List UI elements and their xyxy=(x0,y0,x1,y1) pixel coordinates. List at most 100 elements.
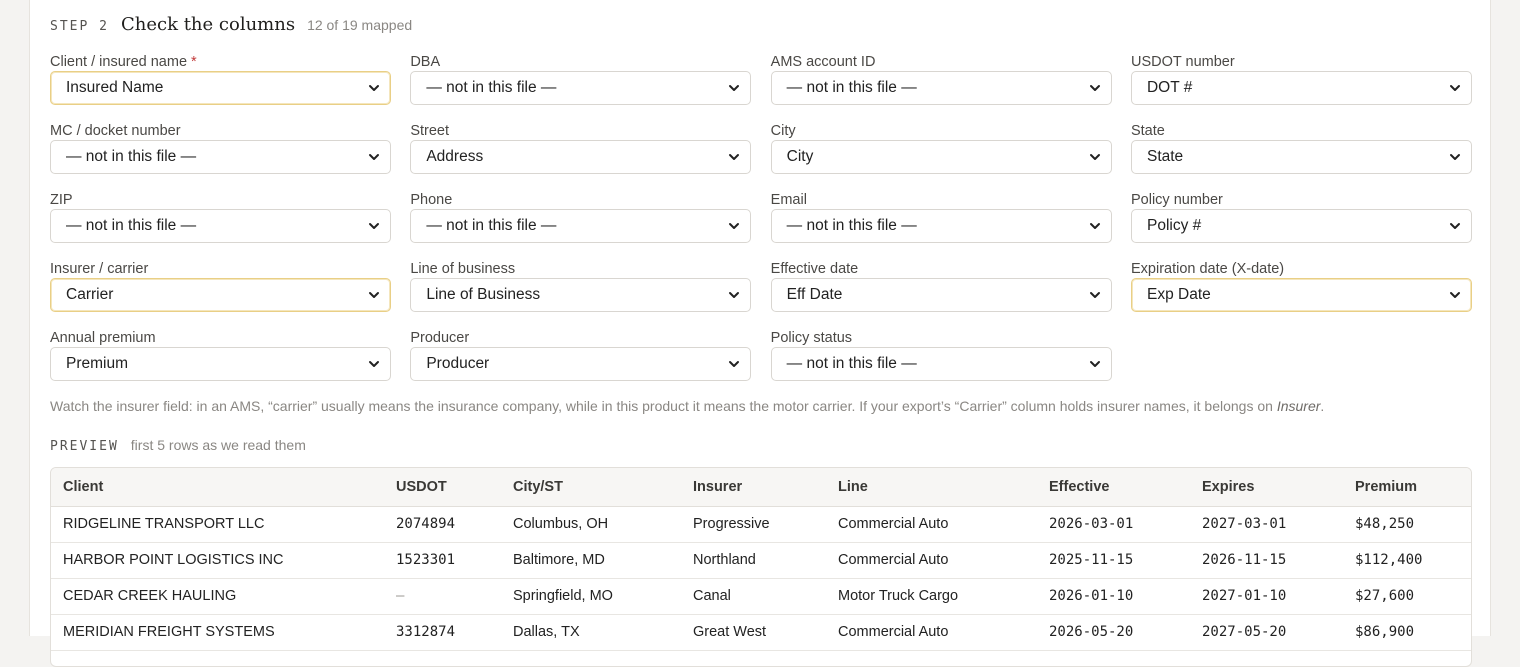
field-ams-account-id: AMS account ID — not in this file — xyxy=(770,52,1112,121)
chevron-down-icon xyxy=(1089,223,1100,229)
select-value: — not in this file — xyxy=(426,79,557,96)
field-email: Email — not in this file — xyxy=(770,190,1112,259)
select-line-of-business[interactable]: Line of Business xyxy=(410,278,752,312)
select-client-insured-name[interactable]: Insured Name xyxy=(50,71,391,105)
table-row: RIDGELINE TRANSPORT LLC 2074894 Columbus, … xyxy=(51,506,1471,543)
select-value: Line of Business xyxy=(426,286,541,303)
select-value: Premium xyxy=(66,355,129,372)
required-marker: * xyxy=(191,54,197,70)
cell-effective: 2026-01-10 xyxy=(1037,578,1190,615)
chevron-down-icon xyxy=(1089,154,1100,160)
cell-usdot: 1523301 xyxy=(384,542,501,579)
field-label-insurer-carrier: Insurer / carrier xyxy=(50,261,149,277)
field-policy-number: Policy number Policy # xyxy=(1130,190,1472,259)
table-row: MERIDIAN FREIGHT SYSTEMS 3312874 Dallas, T… xyxy=(51,614,1471,651)
field-dba: DBA — not in this file — xyxy=(410,52,752,121)
chevron-down-icon xyxy=(369,361,379,367)
field-label-client-insured-name: Client / insured name * xyxy=(50,54,197,70)
select-policy-status[interactable]: — not in this file — xyxy=(770,347,1112,381)
cell-expires: 2027-01-10 xyxy=(1190,578,1343,615)
select-usdot-number[interactable]: DOT # xyxy=(1130,71,1472,105)
select-value: Exp Date xyxy=(1146,286,1211,303)
cell-client: MERIDIAN FREIGHT SYSTEMS xyxy=(51,614,384,651)
cell-line: Commercial Auto xyxy=(826,506,1037,543)
field-label-dba: DBA xyxy=(410,54,441,70)
field-label-mc-docket-number: MC / docket number xyxy=(50,123,181,139)
field-policy-status: Policy status — not in this file — xyxy=(770,328,1112,397)
select-state[interactable]: State xyxy=(1130,140,1472,174)
select-value: Insured Name xyxy=(66,79,164,96)
chevron-down-icon xyxy=(1089,85,1100,91)
field-label-annual-premium: Annual premium xyxy=(50,330,156,346)
select-value: — not in this file — xyxy=(786,217,917,234)
cell-client: HARBOR POINT LOGISTICS INC xyxy=(51,542,384,579)
field-zip: ZIP — not in this file — xyxy=(50,190,391,259)
select-mc-docket-number[interactable]: — not in this file — xyxy=(50,140,391,174)
preview-header-row: Client USDOT City/ST Insurer Line Effective Ex… xyxy=(51,468,1471,507)
select-insurer-carrier[interactable]: Carrier xyxy=(50,278,391,312)
field-label-expiration-date-x-date: Expiration date (X-date) xyxy=(1130,261,1285,277)
field-phone: Phone — not in this file — xyxy=(410,190,752,259)
select-value: State xyxy=(1146,148,1184,165)
preview-kicker: PREVIEW xyxy=(50,439,119,454)
select-producer[interactable]: Producer xyxy=(410,347,752,381)
field-state: State State xyxy=(1130,121,1472,190)
chevron-down-icon xyxy=(729,292,740,298)
preview-body: RIDGELINE TRANSPORT LLC 2074894 Columbus, … xyxy=(51,506,1471,651)
select-dba[interactable]: — not in this file — xyxy=(410,71,752,105)
field-label-policy-status: Policy status xyxy=(770,330,853,346)
field-mc-docket-number: MC / docket number — not in this file — xyxy=(50,121,391,190)
preview-subtitle: first 5 rows as we read them xyxy=(130,437,306,453)
cell-line: Motor Truck Cargo xyxy=(826,578,1037,615)
cell-city-st: Dallas, TX xyxy=(501,614,681,651)
select-zip[interactable]: — not in this file — xyxy=(50,209,391,243)
chevron-down-icon xyxy=(369,223,379,229)
preview-table-container: Client USDOT City/ST Insurer Line Effective Ex… xyxy=(50,467,1472,667)
select-expiration-date-x-date[interactable]: Exp Date xyxy=(1130,278,1472,312)
cell-effective: 2026-05-20 xyxy=(1037,614,1190,651)
cell-insurer: Great West xyxy=(681,614,826,651)
select-value: City xyxy=(786,148,814,165)
chevron-down-icon xyxy=(729,154,740,160)
select-city[interactable]: City xyxy=(770,140,1112,174)
field-label-phone: Phone xyxy=(410,192,453,208)
field-line-of-business: Line of business Line of Business xyxy=(410,259,752,328)
cell-expires: 2027-03-01 xyxy=(1190,506,1343,543)
cell-insurer: Progressive xyxy=(681,506,826,543)
table-row: HARBOR POINT LOGISTICS INC 1523301 Baltimo… xyxy=(51,542,1471,579)
select-value: — not in this file — xyxy=(66,148,197,165)
column-header-line: Line xyxy=(826,468,1037,507)
column-header-effective: Effective xyxy=(1037,468,1190,507)
select-value: Producer xyxy=(426,355,490,372)
step-kicker: STEP 2 xyxy=(50,19,109,34)
select-policy-number[interactable]: Policy # xyxy=(1130,209,1472,243)
field-insurer-carrier: Insurer / carrier Carrier xyxy=(50,259,391,328)
chevron-down-icon xyxy=(1449,292,1460,298)
select-phone[interactable]: — not in this file — xyxy=(410,209,752,243)
column-mapping-grid: Client / insured name * Insured Name DBA — n… xyxy=(50,52,1472,397)
mapped-count: 12 of 19 mapped xyxy=(307,17,413,33)
column-header-premium: Premium xyxy=(1343,468,1471,507)
column-header-client: Client xyxy=(51,468,384,507)
column-header-city-st: City/ST xyxy=(501,468,681,507)
cell-insurer: Canal xyxy=(681,578,826,615)
cell-line: Commercial Auto xyxy=(826,542,1037,579)
field-label-usdot-number: USDOT number xyxy=(1130,54,1235,70)
field-usdot-number: USDOT number DOT # xyxy=(1130,52,1472,121)
cell-usdot: 3312874 xyxy=(384,614,501,651)
select-effective-date[interactable]: Eff Date xyxy=(770,278,1112,312)
select-value: DOT # xyxy=(1146,79,1193,96)
select-ams-account-id[interactable]: — not in this file — xyxy=(770,71,1112,105)
preview-table: Client USDOT City/ST Insurer Line Effective Ex… xyxy=(51,468,1471,651)
mapping-card: STEP 2 Check the columns 12 of 19 mapped… xyxy=(29,0,1491,667)
field-label-email: Email xyxy=(770,192,807,208)
field-label-city: City xyxy=(770,123,796,139)
select-email[interactable]: — not in this file — xyxy=(770,209,1112,243)
select-value: Address xyxy=(426,148,484,165)
select-street[interactable]: Address xyxy=(410,140,752,174)
cell-city-st: Columbus, OH xyxy=(501,506,681,543)
chevron-down-icon xyxy=(369,292,379,298)
field-expiration-date-x-date: Expiration date (X-date) Exp Date xyxy=(1130,259,1472,328)
chevron-down-icon xyxy=(729,223,740,229)
select-annual-premium[interactable]: Premium xyxy=(50,347,391,381)
